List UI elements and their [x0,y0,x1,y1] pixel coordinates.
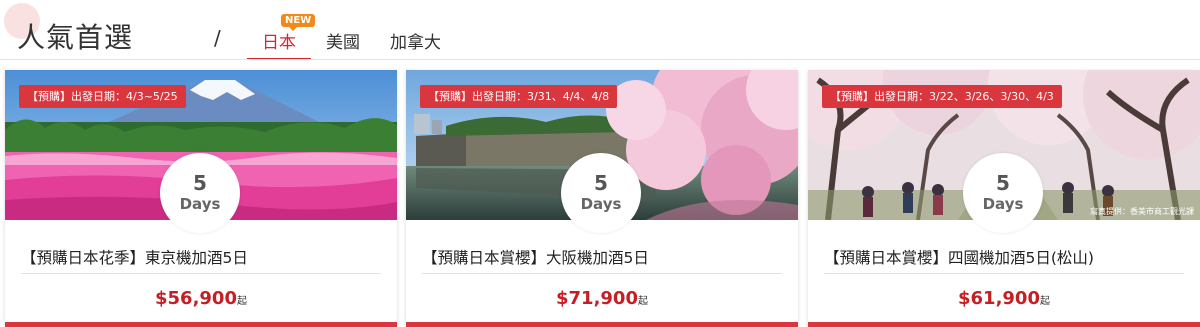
card-bottom-bar [406,322,798,327]
duration-unit: Days [580,195,622,213]
photo-credit: 寫真提供：香美市商工觀光課 [1090,207,1194,216]
product-title[interactable]: 【預購日本賞櫻】四國機加酒5日(松山) [824,246,1094,268]
product-title[interactable]: 【預購日本花季】東京機加酒5日 [21,246,248,268]
price: $56,900起 [5,288,397,309]
product-cards: 【預購】出發日期：4/3~5/25 5 Days 【預購日本花季】東京機加酒5日… [0,70,1200,327]
product-card-osaka[interactable]: 【預購】出發日期：3/31、4/4、4/8 5 Days 【預購日本賞櫻】大阪機… [406,70,798,327]
price-suffix: 起 [637,296,648,307]
price-amount: $56,900 [155,288,237,309]
duration-badge: 5 Days [963,153,1043,233]
product-card-tokyo[interactable]: 【預購】出發日期：4/3~5/25 5 Days 【預購日本花季】東京機加酒5日… [5,70,397,327]
section-title: 人氣首選 [17,21,134,54]
tab-label: 日本 [262,33,296,53]
duration-number: 5 [193,171,207,195]
card-divider [21,273,381,274]
card-bottom-bar [5,322,397,327]
header-divider [0,59,1200,60]
product-card-shikoku[interactable]: 寫真提供：香美市商工觀光課 【預購】出發日期：3/22、3/26、3/30、4/… [808,70,1200,327]
tab-usa[interactable]: 美國 [311,14,375,60]
card-divider [824,273,1184,274]
tab-japan[interactable]: NEW 日本 [247,14,316,60]
duration-unit: Days [982,195,1024,213]
product-title[interactable]: 【預購日本賞櫻】大阪機加酒5日 [422,246,649,268]
duration-number: 5 [594,171,608,195]
departure-date-tag: 【預購】出發日期：3/22、3/26、3/30、4/3 [822,85,1062,108]
price-amount: $61,900 [958,288,1040,309]
tab-label: 美國 [326,33,360,53]
tab-canada[interactable]: 加拿大 [375,14,456,60]
duration-badge: 5 Days [160,153,240,233]
price-suffix: 起 [236,296,247,307]
section-header: 人氣首選 / NEW 日本 美國 加拿大 [0,0,1200,60]
card-divider [422,273,782,274]
tab-label: 加拿大 [390,33,441,53]
duration-number: 5 [996,171,1010,195]
duration-badge: 5 Days [561,153,641,233]
price: $71,900起 [406,288,798,309]
region-tabs: NEW 日本 美國 加拿大 [247,14,456,60]
price-suffix: 起 [1039,296,1050,307]
departure-date-tag: 【預購】出發日期：3/31、4/4、4/8 [420,85,618,108]
price: $61,900起 [808,288,1200,309]
duration-unit: Days [179,195,221,213]
card-bottom-bar [808,322,1200,327]
departure-date-tag: 【預購】出發日期：4/3~5/25 [19,85,186,108]
price-amount: $71,900 [556,288,638,309]
title-separator: / [214,26,221,50]
